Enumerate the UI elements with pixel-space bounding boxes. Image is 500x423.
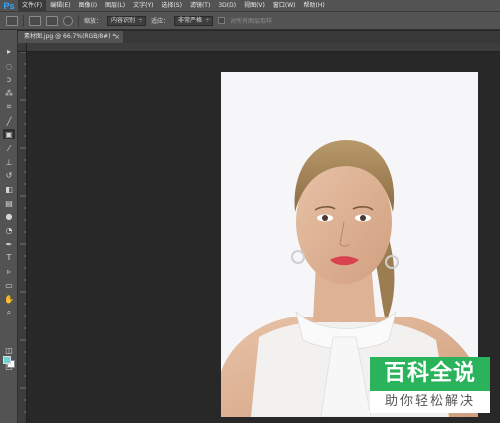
photoshop-logo-icon: Ps — [3, 0, 15, 11]
separator — [78, 14, 79, 27]
options-bar: 缩放： 内容识别 适应： 非常严格 对所有图层取样 — [0, 12, 500, 30]
new-selection-icon[interactable] — [29, 15, 41, 26]
watermark-subtitle: 助你轻松解决 — [384, 394, 475, 409]
menu-filter[interactable]: 滤镜(T) — [186, 0, 214, 12]
crop-icon[interactable]: ⌗ — [3, 102, 15, 112]
brush-icon[interactable]: ⁄ — [3, 143, 15, 153]
move-icon[interactable]: ▸ — [3, 46, 15, 56]
patch-icon[interactable]: ▣ — [3, 129, 15, 139]
menu-help[interactable]: 帮助(H) — [300, 0, 329, 12]
menu-edit[interactable]: 编辑(E) — [46, 0, 74, 12]
history-brush-icon[interactable]: ↺ — [3, 170, 15, 180]
add-selection-icon[interactable] — [46, 15, 58, 26]
hand-icon[interactable]: ✋ — [3, 294, 15, 304]
subtract-selection-icon[interactable] — [63, 15, 73, 26]
eyedropper-icon[interactable]: ╱ — [3, 116, 15, 126]
separator — [23, 14, 24, 27]
stamp-icon[interactable]: ⊥ — [3, 157, 15, 167]
pen-icon[interactable]: ✒ — [3, 239, 15, 249]
adapt-select[interactable]: 非常严格 — [174, 15, 214, 26]
menu-layer[interactable]: 图层(L) — [101, 0, 129, 12]
path-select-icon[interactable]: ▹ — [3, 266, 15, 276]
type-icon[interactable]: T — [3, 252, 15, 262]
menu-bar: Ps 文件(F) 编辑(E) 图像(I) 图层(L) 文字(Y) 选择(S) 滤… — [0, 0, 500, 12]
menu-image[interactable]: 图像(I) — [75, 0, 101, 12]
screen-mode-icon[interactable]: ▢ — [3, 361, 15, 371]
close-icon[interactable]: × — [114, 31, 120, 43]
sample-all-layers-label: 对所有图层取样 — [230, 18, 273, 25]
shape-icon[interactable]: ▭ — [3, 280, 15, 290]
document-tab[interactable]: 素材图.jpg @ 66.7%(RGB/8#) * × — [18, 31, 123, 43]
document-tab-title: 素材图.jpg @ 66.7%(RGB/8#) * — [24, 33, 116, 40]
watermark-title: 百科全说 — [370, 357, 490, 391]
lasso-icon[interactable]: ↄ — [3, 74, 15, 84]
zoom-icon[interactable]: ⌕ — [3, 308, 15, 318]
menu-type[interactable]: 文字(Y) — [129, 0, 157, 12]
document-tab-bar: 素材图.jpg @ 66.7%(RGB/8#) * × — [18, 31, 500, 43]
quick-mask-icon[interactable]: ◫ — [3, 345, 15, 355]
marquee-icon[interactable]: ◌ — [3, 61, 15, 71]
menu-window[interactable]: 窗口(W) — [269, 0, 300, 12]
toolbox: ▸ ◌ ↄ ⁂ ⌗ ╱ ▣ ⁄ ⊥ ↺ ◧ ▤ ● ◔ ✒ T ▹ ▭ ✋ ⌕ … — [0, 30, 18, 423]
photoshop-window: Ps 文件(F) 编辑(E) 图像(I) 图层(L) 文字(Y) 选择(S) 滤… — [0, 0, 500, 423]
menu-file[interactable]: 文件(F) — [18, 0, 47, 12]
sample-label: 缩放： — [84, 18, 103, 25]
vertical-ruler[interactable] — [18, 52, 27, 423]
sample-select[interactable]: 内容识别 — [107, 15, 147, 26]
dodge-icon[interactable]: ◔ — [3, 225, 15, 235]
blur-icon[interactable]: ● — [3, 211, 15, 221]
watermark-logo: 百科全说 助你轻松解决 — [370, 357, 490, 413]
sample-all-layers-checkbox[interactable] — [218, 17, 226, 24]
menu-3d[interactable]: 3D(D) — [214, 0, 240, 12]
vertical-ruler-ticks — [20, 52, 26, 413]
ruler-corner — [18, 43, 27, 52]
gradient-icon[interactable]: ▤ — [3, 198, 15, 208]
eraser-icon[interactable]: ◧ — [3, 184, 15, 194]
adapt-label: 适应： — [151, 18, 170, 25]
menu-select[interactable]: 选择(S) — [157, 0, 186, 12]
quick-select-icon[interactable]: ⁂ — [3, 88, 15, 98]
menu-view[interactable]: 视图(V) — [240, 0, 269, 12]
horizontal-ruler[interactable] — [27, 43, 500, 52]
tool-preset-icon[interactable] — [6, 15, 18, 26]
